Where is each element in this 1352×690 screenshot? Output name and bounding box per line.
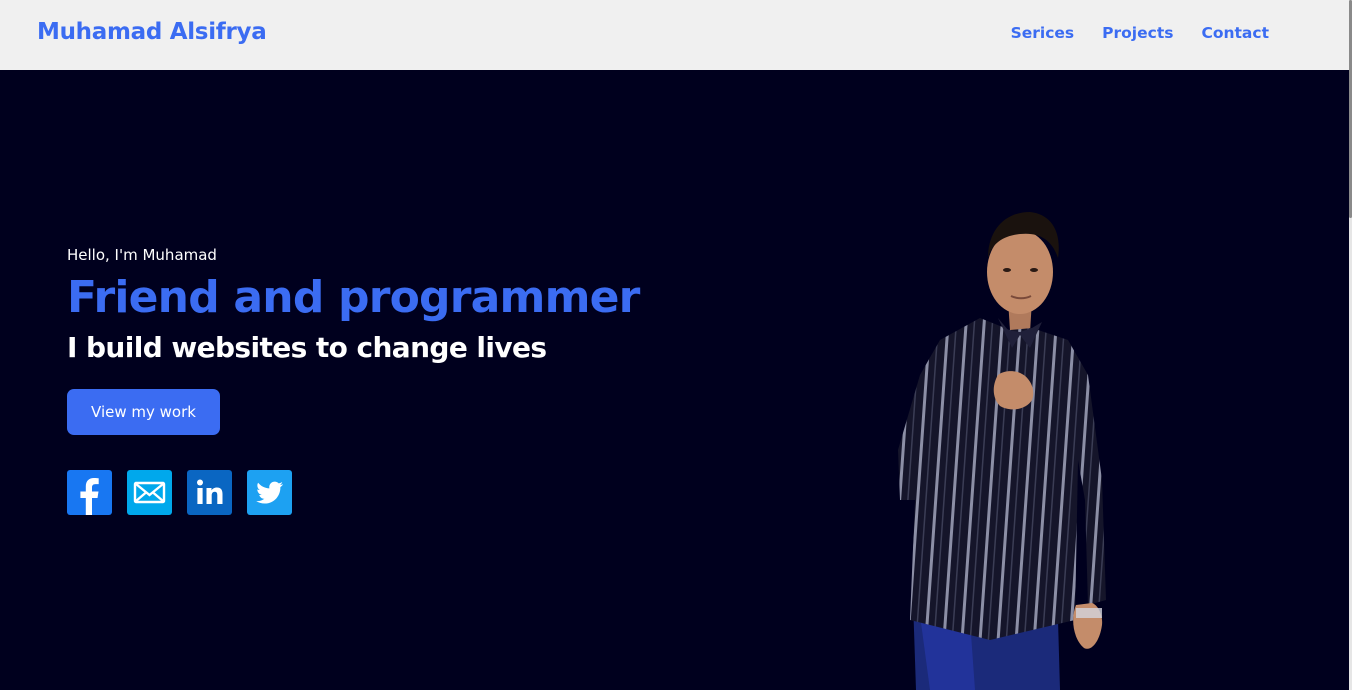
envelope-icon — [133, 481, 166, 504]
nav-links: Serices Projects Contact — [1011, 24, 1269, 42]
twitter-icon — [256, 481, 284, 504]
nav-link-contact[interactable]: Contact — [1201, 24, 1269, 42]
facebook-icon — [80, 478, 99, 515]
nav-link-services[interactable]: Serices — [1011, 24, 1075, 42]
email-link[interactable] — [127, 470, 172, 515]
linkedin-icon — [197, 479, 223, 504]
hero-headline: Friend and programmer — [67, 272, 640, 323]
view-my-work-button[interactable]: View my work — [67, 389, 220, 435]
site-logo[interactable]: Muhamad Alsifrya — [37, 19, 267, 45]
nav-link-projects[interactable]: Projects — [1102, 24, 1173, 42]
twitter-link[interactable] — [247, 470, 292, 515]
hero-greeting: Hello, I'm Muhamad — [67, 246, 217, 264]
facebook-link[interactable] — [67, 470, 112, 515]
hero-subheadline: I build websites to change lives — [67, 331, 547, 364]
portrait-image — [898, 212, 1106, 690]
navbar: Muhamad Alsifrya Serices Projects Contac… — [0, 0, 1352, 70]
hero-section: Hello, I'm Muhamad Friend and programmer… — [67, 246, 640, 515]
linkedin-link[interactable] — [187, 470, 232, 515]
social-links — [67, 470, 640, 515]
